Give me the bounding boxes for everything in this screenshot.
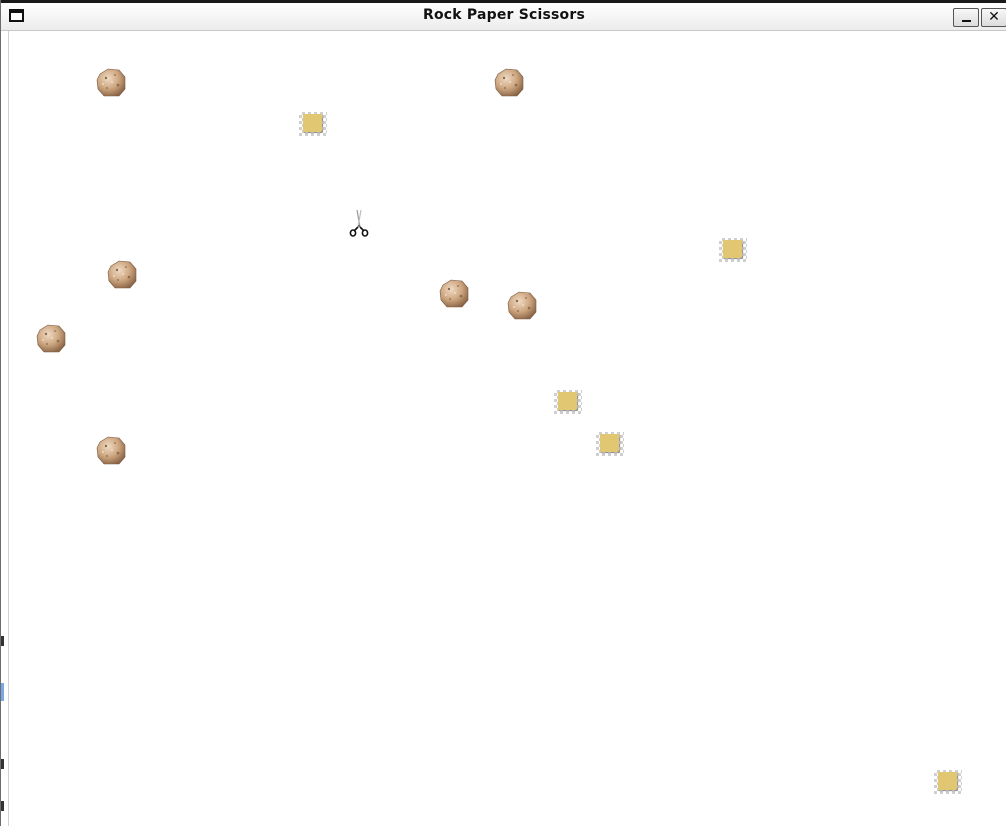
paper-icon [934, 770, 962, 794]
paper-icon [554, 390, 582, 414]
game-window: Rock Paper Scissors ✕ [0, 0, 1006, 826]
rock-icon [106, 258, 138, 290]
paper-icon [719, 238, 747, 262]
rock-icon [438, 277, 470, 309]
edge-mark [1, 759, 4, 769]
rock-icon [506, 289, 538, 321]
minimize-icon [962, 20, 971, 22]
rock-icon [35, 322, 67, 354]
window-title: Rock Paper Scissors [422, 7, 585, 23]
window-left-border [1, 31, 9, 826]
edge-mark [1, 683, 4, 701]
title-bar[interactable]: Rock Paper Scissors ✕ [1, 0, 1006, 31]
paper-sheet [723, 240, 742, 258]
rock-icon [493, 66, 525, 98]
minimize-button[interactable] [953, 8, 979, 27]
paper-icon [596, 432, 624, 456]
rock-icon [95, 434, 127, 466]
paper-icon [299, 112, 327, 136]
scissors-icon [348, 209, 370, 239]
edge-mark [1, 636, 4, 646]
edge-mark [1, 801, 4, 811]
game-arena[interactable] [9, 31, 1006, 826]
paper-sheet [938, 772, 957, 790]
close-icon: ✕ [988, 9, 1000, 25]
paper-sheet [303, 114, 322, 132]
rock-icon [95, 66, 127, 98]
paper-sheet [600, 434, 619, 452]
close-button[interactable]: ✕ [981, 8, 1006, 27]
paper-sheet [558, 392, 577, 410]
